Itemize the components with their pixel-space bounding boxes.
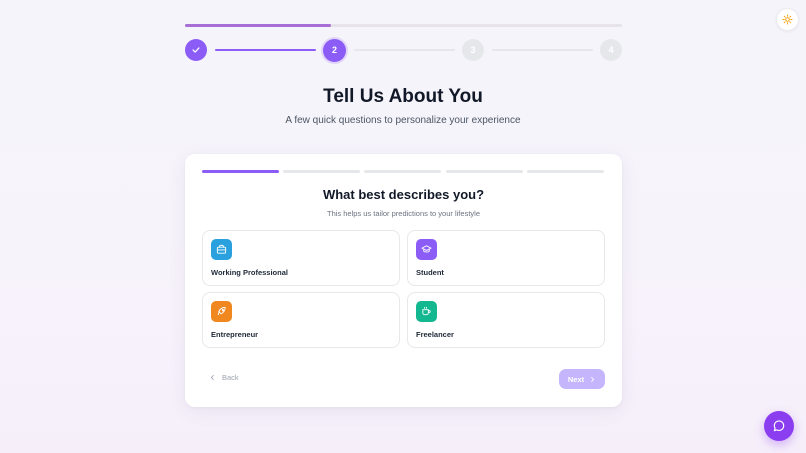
question-progress-segment (527, 170, 604, 173)
option-entrepreneur[interactable]: Entrepreneur (202, 292, 400, 348)
rocket-icon (211, 301, 232, 322)
overall-progress-fill (185, 24, 331, 27)
step-2-label: 2 (331, 45, 337, 55)
question-progress-segment (446, 170, 523, 173)
overall-progress-bar (185, 24, 622, 27)
page-title: Tell Us About You (323, 86, 483, 107)
question-title: What best describes you? (322, 187, 485, 202)
question-card: What best describes you? This helps us t… (185, 154, 622, 407)
step-4-label: 4 (608, 45, 614, 55)
step-connector-1 (215, 49, 316, 51)
option-label: Freelancer (416, 330, 454, 339)
sun-icon (782, 14, 793, 25)
coffee-icon (416, 301, 437, 322)
step-2-current: 2 (323, 38, 346, 62)
option-freelancer[interactable]: Freelancer (407, 292, 605, 348)
step-connector-2 (354, 49, 455, 51)
step-connector-3 (492, 49, 593, 51)
step-3: 3 (462, 39, 484, 61)
next-button[interactable]: Next (559, 369, 605, 389)
question-progress-segment (364, 170, 441, 173)
question-progress-segment (283, 170, 360, 173)
check-icon (192, 47, 200, 53)
back-button-label: Back (222, 373, 239, 382)
step-4: 4 (600, 39, 622, 61)
chevron-right-icon (591, 376, 595, 382)
theme-toggle-button[interactable] (776, 8, 799, 31)
step-3-label: 3 (470, 45, 476, 55)
question-subtitle: This helps us tailor predictions to your… (327, 209, 480, 218)
stepper: 2 3 4 (185, 38, 622, 62)
question-progress (202, 170, 605, 174)
next-button-label: Next (567, 374, 585, 384)
option-working-professional[interactable]: Working Professional (202, 230, 400, 286)
chat-bubble-icon (773, 420, 785, 432)
graduation-cap-icon (416, 239, 437, 260)
question-progress-segment (202, 170, 279, 173)
briefcase-icon (211, 239, 232, 260)
page-subtitle: A few quick questions to personalize you… (285, 115, 521, 126)
option-label: Student (416, 268, 444, 277)
option-student[interactable]: Student (407, 230, 605, 286)
option-label: Working Professional (211, 268, 288, 277)
step-1-complete (185, 39, 207, 61)
option-label: Entrepreneur (211, 330, 259, 339)
chevron-left-icon (210, 375, 214, 380)
back-button[interactable]: Back (209, 373, 239, 382)
chat-button[interactable] (764, 411, 794, 441)
